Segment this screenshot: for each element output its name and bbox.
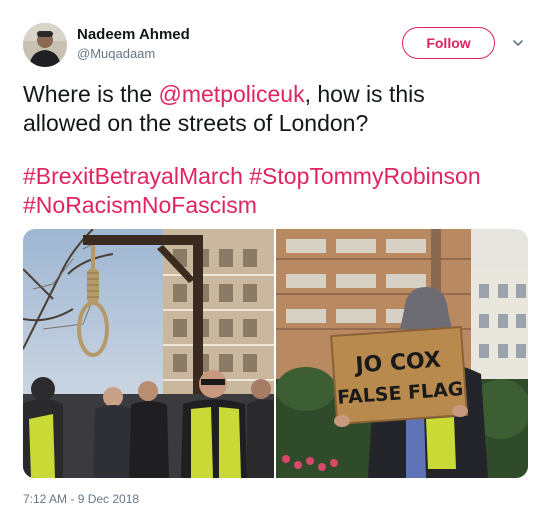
photo-protest-sign[interactable]: JO COX FALSE FLAG bbox=[276, 229, 528, 478]
tweet-media: JO COX FALSE FLAG bbox=[23, 229, 528, 478]
author-handle[interactable]: @Muqadaam bbox=[77, 46, 155, 62]
hashtags-line-2[interactable]: #NoRacismNoFascism bbox=[23, 191, 528, 220]
tweet-text-line-1: Where is the @metpoliceuk, how is this bbox=[23, 80, 528, 109]
mention-link[interactable]: @metpoliceuk bbox=[159, 81, 305, 107]
tweet-text-after-mention: , how is this bbox=[304, 81, 425, 107]
follow-button[interactable]: Follow bbox=[402, 27, 495, 59]
author-name[interactable]: Nadeem Ahmed bbox=[77, 26, 190, 44]
photo-gallows[interactable] bbox=[23, 229, 274, 478]
tweet-text-line-2: allowed on the streets of London? bbox=[23, 110, 369, 136]
avatar[interactable] bbox=[23, 23, 67, 67]
tweet-text-before-mention: Where is the bbox=[23, 81, 159, 107]
chevron-down-icon[interactable] bbox=[511, 36, 525, 50]
tweet-card: Nadeem Ahmed @Muqadaam Follow Where is t… bbox=[0, 0, 547, 516]
tweet-text: Where is the @metpoliceuk, how is this a… bbox=[23, 80, 528, 220]
hashtags-line-1[interactable]: #BrexitBetrayalMarch #StopTommyRobinson bbox=[23, 162, 528, 191]
tweet-timestamp[interactable]: 7:12 AM - 9 Dec 2018 bbox=[23, 491, 139, 507]
